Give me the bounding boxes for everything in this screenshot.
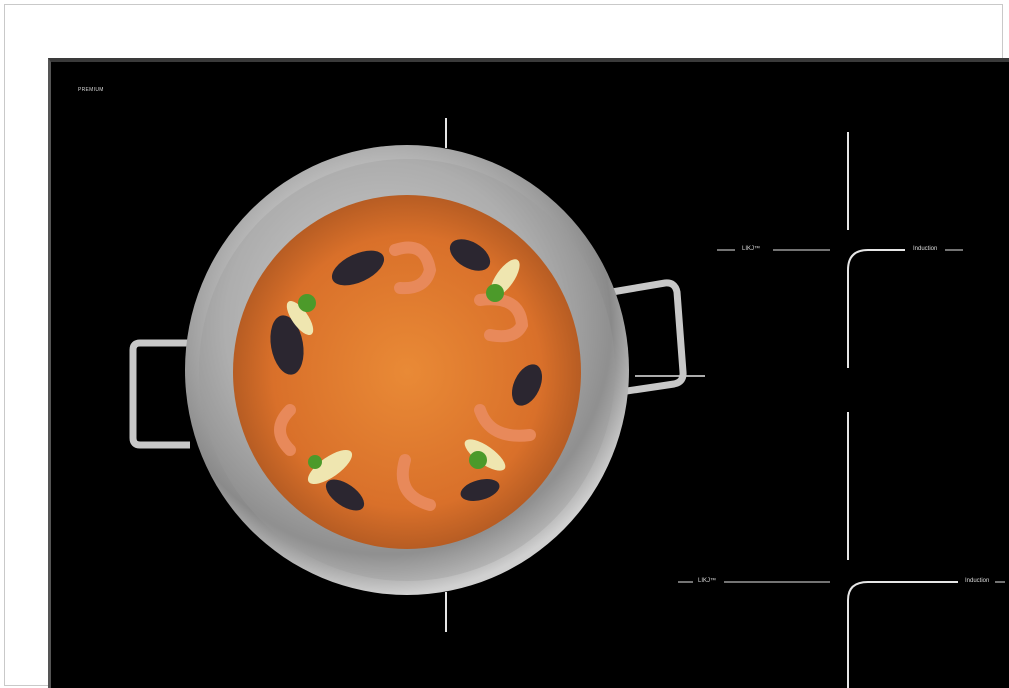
zone-label-top-left: LIKJ™ xyxy=(742,246,761,252)
zone-label-bottom-left: LIKJ™ xyxy=(698,578,717,584)
cooktop-markings xyxy=(129,118,1005,688)
zone-label-top-right: Induction xyxy=(913,246,938,252)
zone-label-bottom-right: Induction xyxy=(965,578,990,584)
